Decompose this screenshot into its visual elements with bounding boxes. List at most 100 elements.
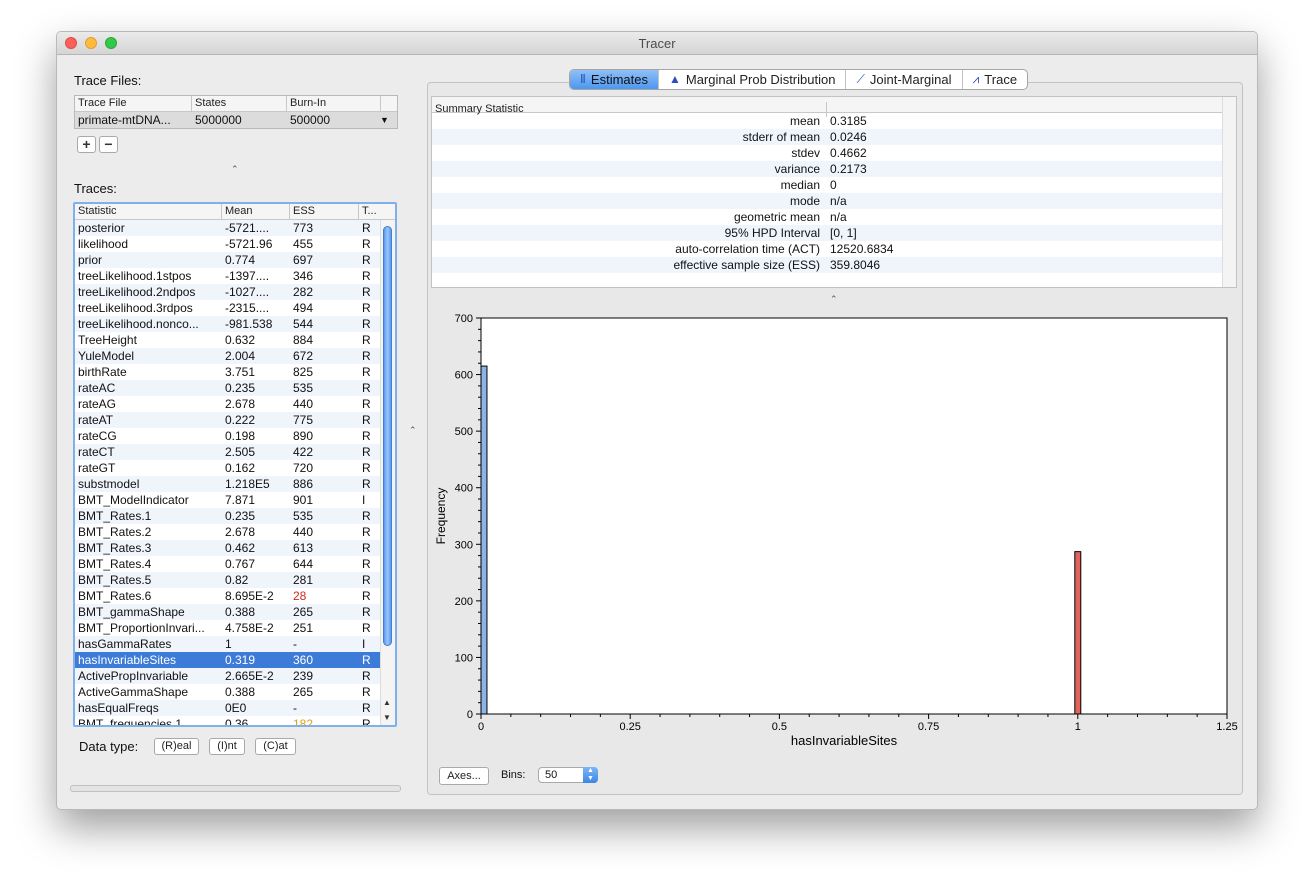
trace-files-label: Trace Files: bbox=[74, 73, 142, 88]
plot-area bbox=[480, 317, 1228, 715]
summary-row[interactable]: median 0 bbox=[432, 177, 1236, 193]
trace-row[interactable]: birthRate 3.751 825 R bbox=[75, 364, 395, 380]
data-type-cat-button[interactable]: (C)at bbox=[255, 738, 296, 755]
trace-row[interactable]: rateGT 0.162 720 R bbox=[75, 460, 395, 476]
trace-file-column-header[interactable]: Trace File bbox=[75, 96, 192, 111]
scroll-down-icon[interactable]: ▼ bbox=[383, 713, 391, 722]
mean-column-header[interactable]: Mean bbox=[222, 204, 290, 219]
trace-row[interactable]: BMT_Rates.6 8.695E-2 28 R bbox=[75, 588, 395, 604]
tab-trace[interactable]: ⩘ Trace bbox=[963, 70, 1028, 89]
summary-row[interactable]: stdev 0.4662 bbox=[432, 145, 1236, 161]
trace-row[interactable]: BMT_Rates.1 0.235 535 R bbox=[75, 508, 395, 524]
splitter-grip-icon[interactable]: ⌃ bbox=[231, 164, 239, 175]
summary-value: n/a bbox=[830, 210, 847, 224]
summary-row[interactable]: 95% HPD Interval [0, 1] bbox=[432, 225, 1236, 241]
trace-row[interactable]: BMT_Rates.4 0.767 644 R bbox=[75, 556, 395, 572]
tab-marginal-prob-distribution[interactable]: ▲ Marginal Prob Distribution bbox=[659, 70, 847, 89]
horizontal-scrollbar[interactable] bbox=[70, 785, 401, 792]
trace-row[interactable]: hasInvariableSites 0.319 360 R bbox=[75, 652, 395, 668]
summary-key: 95% HPD Interval bbox=[724, 226, 820, 240]
chevron-down-icon[interactable]: ▼ bbox=[377, 112, 393, 128]
trace-statistic: likelihood bbox=[78, 237, 129, 251]
axes-button[interactable]: Axes... bbox=[439, 767, 489, 785]
summary-row[interactable]: geometric mean n/a bbox=[432, 209, 1236, 225]
trace-row[interactable]: ActiveGammaShape 0.388 265 R bbox=[75, 684, 395, 700]
data-type-real-button[interactable]: (R)eal bbox=[154, 738, 199, 755]
traces-table[interactable]: Statistic Mean ESS T... posterior -5721.... 7… bbox=[73, 202, 397, 727]
trace-row[interactable]: rateCG 0.198 890 R bbox=[75, 428, 395, 444]
summary-value-column-header[interactable] bbox=[827, 97, 1222, 112]
trace-row[interactable]: TreeHeight 0.632 884 R bbox=[75, 332, 395, 348]
summary-row[interactable]: effective sample size (ESS) 359.8046 bbox=[432, 257, 1236, 273]
traces-header: Statistic Mean ESS T... bbox=[75, 204, 395, 220]
scroll-up-icon[interactable]: ▲ bbox=[383, 698, 391, 707]
ess-column-header[interactable]: ESS bbox=[290, 204, 359, 219]
data-type-int-button[interactable]: (I)nt bbox=[209, 738, 245, 755]
trace-row[interactable]: YuleModel 2.004 672 R bbox=[75, 348, 395, 364]
trace-mean: 0.767 bbox=[225, 557, 256, 571]
trace-row[interactable]: rateAT 0.222 775 R bbox=[75, 412, 395, 428]
trace-type: R bbox=[362, 653, 371, 667]
trace-row[interactable]: substmodel 1.218E5 886 R bbox=[75, 476, 395, 492]
trace-mean: 1 bbox=[225, 637, 232, 651]
summary-row[interactable]: mode n/a bbox=[432, 193, 1236, 209]
summary-value: 0.2173 bbox=[830, 162, 867, 176]
traces-scroll-thumb[interactable] bbox=[383, 226, 392, 646]
summary-key: effective sample size (ESS) bbox=[673, 258, 820, 272]
states-column-header[interactable]: States bbox=[192, 96, 287, 111]
tab-joint-marginal[interactable]: ⟋ Joint-Marginal bbox=[846, 70, 963, 89]
trace-row[interactable]: rateAG 2.678 440 R bbox=[75, 396, 395, 412]
statistic-column-header[interactable]: Statistic bbox=[75, 204, 222, 219]
trace-row[interactable]: likelihood -5721.96 455 R bbox=[75, 236, 395, 252]
trace-type: R bbox=[362, 525, 371, 539]
summary-statistics-table[interactable]: Summary Statistic mean 0.3185 stderr of me… bbox=[431, 96, 1237, 288]
trace-type: R bbox=[362, 285, 371, 299]
traces-scrollbar[interactable]: ▲ ▼ bbox=[380, 220, 395, 725]
trace-row[interactable]: BMT_frequencies.1 0.36 182 R bbox=[75, 716, 395, 725]
splitter-grip-icon[interactable]: ⌃ bbox=[409, 425, 417, 436]
trace-mean: -5721.... bbox=[225, 221, 270, 235]
trace-row[interactable]: BMT_ProportionInvari... 4.758E-2 251 R bbox=[75, 620, 395, 636]
trace-file-burnin[interactable]: 500000 bbox=[287, 112, 377, 128]
type-column-header[interactable]: T... bbox=[359, 204, 379, 219]
trace-row[interactable]: treeLikelihood.2ndpos -1027.... 282 R bbox=[75, 284, 395, 300]
trace-row[interactable]: BMT_Rates.5 0.82 281 R bbox=[75, 572, 395, 588]
add-trace-file-button[interactable]: + bbox=[77, 136, 96, 153]
summary-row[interactable]: mean 0.3185 bbox=[432, 113, 1236, 129]
trace-row[interactable]: treeLikelihood.nonco... -981.538 544 R bbox=[75, 316, 395, 332]
trace-type: R bbox=[362, 429, 371, 443]
trace-row[interactable]: treeLikelihood.3rdpos -2315.... 494 R bbox=[75, 300, 395, 316]
trace-statistic: BMT_ModelIndicator bbox=[78, 493, 189, 507]
window-title: Tracer bbox=[638, 36, 676, 51]
summary-scrollbar[interactable] bbox=[1222, 97, 1236, 287]
trace-row[interactable]: posterior -5721.... 773 R bbox=[75, 220, 395, 236]
tab-estimates[interactable]: Ⅱ Estimates bbox=[570, 70, 659, 89]
burnin-column-header[interactable]: Burn-In bbox=[287, 96, 381, 111]
stepper-arrows-icon[interactable]: ▲ ▼ bbox=[583, 767, 598, 783]
trace-row[interactable]: BMT_gammaShape 0.388 265 R bbox=[75, 604, 395, 620]
trace-row[interactable]: prior 0.774 697 R bbox=[75, 252, 395, 268]
summary-row[interactable]: variance 0.2173 bbox=[432, 161, 1236, 177]
trace-row[interactable]: BMT_ModelIndicator 7.871 901 I bbox=[75, 492, 395, 508]
trace-ess: 890 bbox=[293, 429, 314, 443]
trace-files-table[interactable]: Trace File States Burn-In primate-mtDNA...… bbox=[74, 95, 398, 129]
trace-row[interactable]: ActivePropInvariable 2.665E-2 239 R bbox=[75, 668, 395, 684]
trace-type: R bbox=[362, 589, 371, 603]
trace-type: R bbox=[362, 397, 371, 411]
trace-row[interactable]: treeLikelihood.1stpos -1397.... 346 R bbox=[75, 268, 395, 284]
trace-file-row[interactable]: primate-mtDNA... 5000000 500000 ▼ bbox=[75, 112, 397, 128]
trace-row[interactable]: hasEqualFreqs 0E0 - R bbox=[75, 700, 395, 716]
trace-type: R bbox=[362, 221, 371, 235]
trace-ess: 613 bbox=[293, 541, 314, 555]
trace-row[interactable]: rateAC 0.235 535 R bbox=[75, 380, 395, 396]
trace-statistic: rateGT bbox=[78, 461, 116, 475]
trace-row[interactable]: BMT_Rates.3 0.462 613 R bbox=[75, 540, 395, 556]
remove-trace-file-button[interactable]: − bbox=[99, 136, 118, 153]
trace-statistic: BMT_Rates.4 bbox=[78, 557, 152, 571]
summary-row[interactable]: stderr of mean 0.0246 bbox=[432, 129, 1236, 145]
bins-select[interactable]: 50 ▲ ▼ bbox=[538, 767, 598, 783]
trace-row[interactable]: BMT_Rates.2 2.678 440 R bbox=[75, 524, 395, 540]
summary-row[interactable]: auto-correlation time (ACT) 12520.6834 bbox=[432, 241, 1236, 257]
trace-row[interactable]: rateCT 2.505 422 R bbox=[75, 444, 395, 460]
trace-row[interactable]: hasGammaRates 1 - I bbox=[75, 636, 395, 652]
